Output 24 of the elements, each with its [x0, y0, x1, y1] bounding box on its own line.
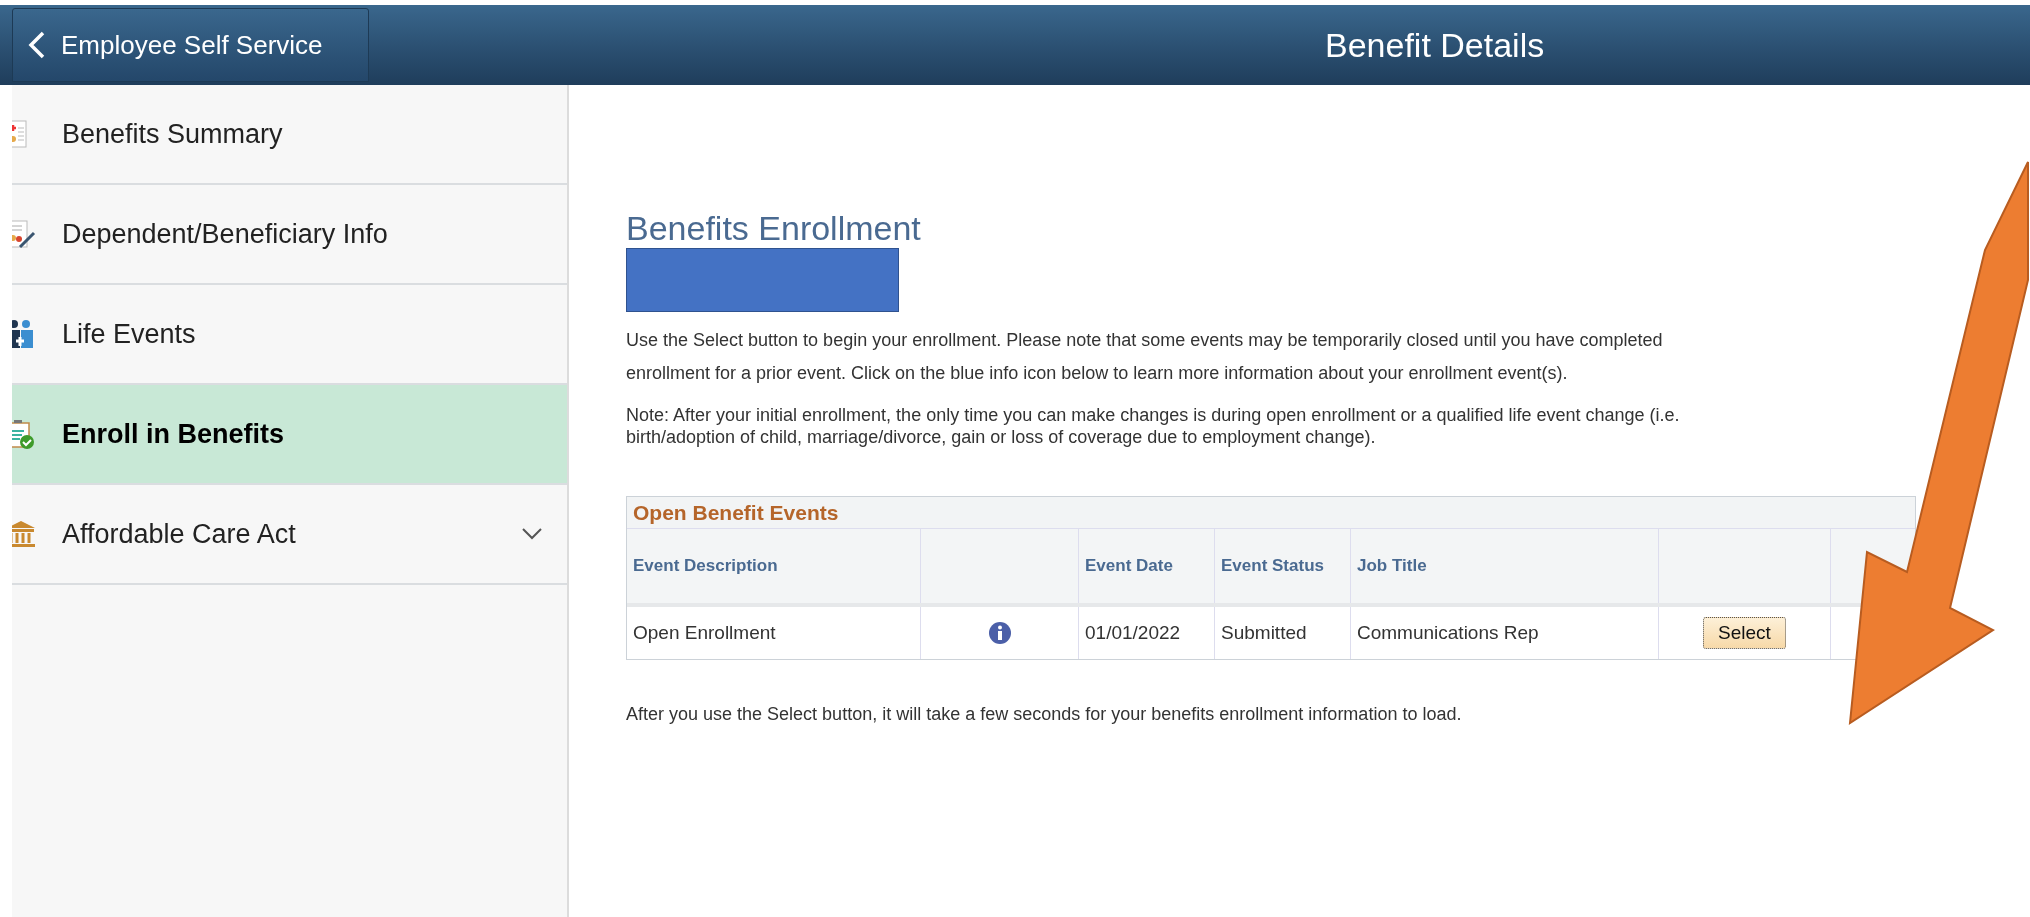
column-header: Event Date — [1079, 529, 1215, 603]
sidebar-item[interactable]: Benefits Summary — [12, 85, 567, 185]
column-header: Event Description — [627, 529, 921, 603]
page-title: Benefit Details — [1325, 24, 1545, 66]
section-heading: Benefits Enrollment — [626, 208, 921, 248]
column-header: Event Status — [1215, 529, 1351, 603]
building-icon — [12, 520, 36, 548]
note-paragraph: Note: After your initial enrollment, the only time you can make changes is during open enrollment or a qualified life event change (i.e. birth/adoption of child, marriage/divorce, gain or loss of coverage due to employment change). — [626, 404, 1681, 448]
select-button[interactable]: Select — [1703, 617, 1786, 649]
intro-paragraph: Use the Select button to begin your enrollment. Please note that some events may be temporarily closed until you have completed enrollment for a prior event. Click on the blue info icon below to learn more information about your enrollment event(s). — [626, 329, 1664, 385]
clipboard-check-icon — [12, 419, 36, 449]
column-header: Job Title — [1351, 529, 1659, 603]
footer-paragraph: After you use the Select button, it will take a few seconds for your benefits enrollment information to load. — [626, 703, 1463, 726]
table-cell: 01/01/2022 — [1079, 607, 1215, 659]
sidebar-item[interactable]: Dependent/Beneficiary Info — [12, 185, 567, 285]
back-button[interactable]: Employee Self Service — [12, 8, 369, 82]
table-cell: Submitted — [1215, 607, 1351, 659]
sidebar-item[interactable]: Enroll in Benefits — [12, 385, 567, 485]
sidebar-item[interactable]: Affordable Care Act — [12, 485, 567, 585]
table-cell: Communications Rep — [1351, 607, 1659, 659]
table-cell: Open Enrollment — [627, 607, 921, 659]
chevron-left-icon — [27, 31, 47, 59]
info-icon[interactable] — [987, 621, 1012, 645]
table-title: Open Benefit Events — [627, 497, 1915, 529]
